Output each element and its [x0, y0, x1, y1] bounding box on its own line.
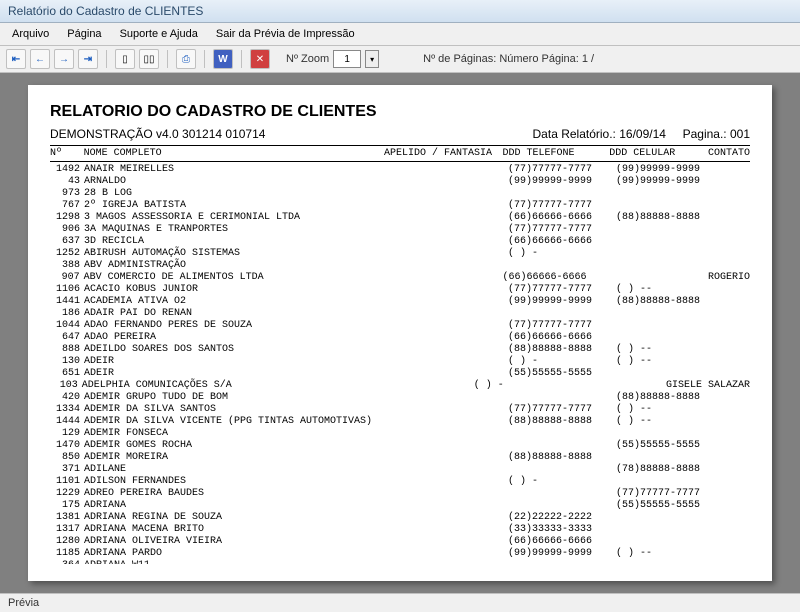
report-page: RELATORIO DO CADASTRO DE CLIENTES DEMONS… [28, 85, 772, 581]
table-row: 1229ADREO PEREIRA BAUDES(77)77777-7777 [50, 488, 750, 500]
table-row: 647ADAO PEREIRA(66)66666-6666 [50, 332, 750, 344]
close-button[interactable]: ✕ [250, 49, 270, 69]
next-page-button[interactable]: → [54, 49, 74, 69]
table-row: 651ADEIR(55)55555-5555 [50, 368, 750, 380]
table-row: 1492ANAIR MEIRELLES(77)77777-7777(99)999… [50, 164, 750, 176]
two-page-icon[interactable]: ▯▯ [139, 49, 159, 69]
table-row: 1185ADRIANA PARDO(99)99999-9999( ) -- [50, 548, 750, 560]
status-text: Prévia [8, 597, 39, 609]
table-row: 1470ADEMIR GOMES ROCHA(55)55555-5555 [50, 440, 750, 452]
window-titlebar: Relatório do Cadastro de CLIENTES [0, 0, 800, 23]
col-header-nome: NOME COMPLETO [84, 148, 384, 159]
zoom-input[interactable] [333, 50, 361, 68]
table-row: 1317ADRIANA MACENA BRITO(33)33333-3333 [50, 524, 750, 536]
window-title: Relatório do Cadastro de CLIENTES [8, 4, 203, 18]
menubar: Arquivo Página Suporte e Ajuda Sair da P… [0, 23, 800, 46]
col-header-tel: DDD TELEFONE [503, 148, 610, 159]
table-row: 130ADEIR( ) -( ) -- [50, 356, 750, 368]
menu-sair[interactable]: Sair da Prévia de Impressão [208, 25, 363, 43]
col-header-apelido: APELIDO / FANTASIA [384, 148, 503, 159]
menu-suporte[interactable]: Suporte e Ajuda [112, 25, 206, 43]
table-row: 420ADEMIR GRUPO TUDO DE BOM(88)88888-888… [50, 392, 750, 404]
table-row: 12983 MAGOS ASSESSORIA E CERIMONIAL LTDA… [50, 212, 750, 224]
last-page-button[interactable]: ⇥ [78, 49, 98, 69]
prev-page-button[interactable]: ← [30, 49, 50, 69]
single-page-icon[interactable]: ▯ [115, 49, 135, 69]
table-row: 97328 B LOG [50, 188, 750, 200]
table-row: 371ADILANE(78)88888-8888 [50, 464, 750, 476]
report-date: Data Relatório.: 16/09/14 Pagina.: 001 [533, 127, 750, 141]
table-row: 43ARNALDO(99)99999-9999(99)99999-9999 [50, 176, 750, 188]
report-rows: 1492ANAIR MEIRELLES(77)77777-7777(99)999… [50, 164, 750, 564]
column-headers: Nº NOME COMPLETO APELIDO / FANTASIA DDD … [50, 145, 750, 162]
separator [106, 50, 107, 68]
table-row: 1381ADRIANA REGINA DE SOUZA(22)22222-222… [50, 512, 750, 524]
table-row: 388ABV ADMINISTRAÇÃO [50, 260, 750, 272]
table-row: 9063A MAQUINAS E TRANPORTES(77)77777-777… [50, 224, 750, 236]
table-row: 175ADRIANA(55)55555-5555 [50, 500, 750, 512]
table-row: 1252ABIRUSH AUTOMAÇÃO SISTEMAS( ) - [50, 248, 750, 260]
table-row: 129ADEMIR FONSECA [50, 428, 750, 440]
col-header-contato: CONTATO [708, 148, 750, 159]
zoom-dropdown-button[interactable]: ▾ [365, 50, 379, 68]
separator [167, 50, 168, 68]
table-row: 850ADEMIR MOREIRA(88)88888-8888 [50, 452, 750, 464]
report-subtitle: DEMONSTRAÇÃO v4.0 301214 010714 [50, 127, 265, 141]
menu-arquivo[interactable]: Arquivo [4, 25, 57, 43]
preview-viewport: RELATORIO DO CADASTRO DE CLIENTES DEMONS… [0, 73, 800, 593]
table-row: 1044ADAO FERNANDO PERES DE SOUZA(77)7777… [50, 320, 750, 332]
table-row: 364ADRIANA W11 [50, 560, 750, 564]
table-row: 1441ACADEMIA ATIVA O2(99)99999-9999(88)8… [50, 296, 750, 308]
table-row: 1106ACACIO KOBUS JUNIOR(77)77777-7777( )… [50, 284, 750, 296]
table-row: 907ABV COMERCIO DE ALIMENTOS LTDA(66)666… [50, 272, 750, 284]
table-row: 103ADELPHIA COMUNICAÇÕES S/A( ) -GISELE … [50, 380, 750, 392]
separator [204, 50, 205, 68]
first-page-button[interactable]: ⇤ [6, 49, 26, 69]
table-row: 7672º IGREJA BATISTA(77)77777-7777 [50, 200, 750, 212]
table-row: 6373D RECICLA(66)66666-6666 [50, 236, 750, 248]
table-row: 1444ADEMIR DA SILVA VICENTE (PPG TINTAS … [50, 416, 750, 428]
col-header-n: Nº [50, 148, 84, 159]
word-export-button[interactable]: W [213, 49, 233, 69]
pages-label: Nº de Páginas: Número Página: 1 / [423, 53, 594, 65]
menu-pagina[interactable]: Página [59, 25, 109, 43]
table-row: 1280ADRIANA OLIVEIRA VIEIRA(66)66666-666… [50, 536, 750, 548]
col-header-cel: DDD CELULAR [609, 148, 708, 159]
table-row: 1101ADILSON FERNANDES( ) - [50, 476, 750, 488]
separator [241, 50, 242, 68]
print-button[interactable]: ⎙ [176, 49, 196, 69]
table-row: 186ADAIR PAI DO RENAN [50, 308, 750, 320]
zoom-label: Nº Zoom [286, 53, 329, 65]
report-title: RELATORIO DO CADASTRO DE CLIENTES [50, 103, 750, 121]
table-row: 888ADEILDO SOARES DOS SANTOS(88)88888-88… [50, 344, 750, 356]
toolbar: ⇤ ← → ⇥ ▯ ▯▯ ⎙ W ✕ Nº Zoom ▾ Nº de Págin… [0, 46, 800, 73]
table-row: 1334ADEMIR DA SILVA SANTOS(77)77777-7777… [50, 404, 750, 416]
statusbar: Prévia [0, 593, 800, 612]
